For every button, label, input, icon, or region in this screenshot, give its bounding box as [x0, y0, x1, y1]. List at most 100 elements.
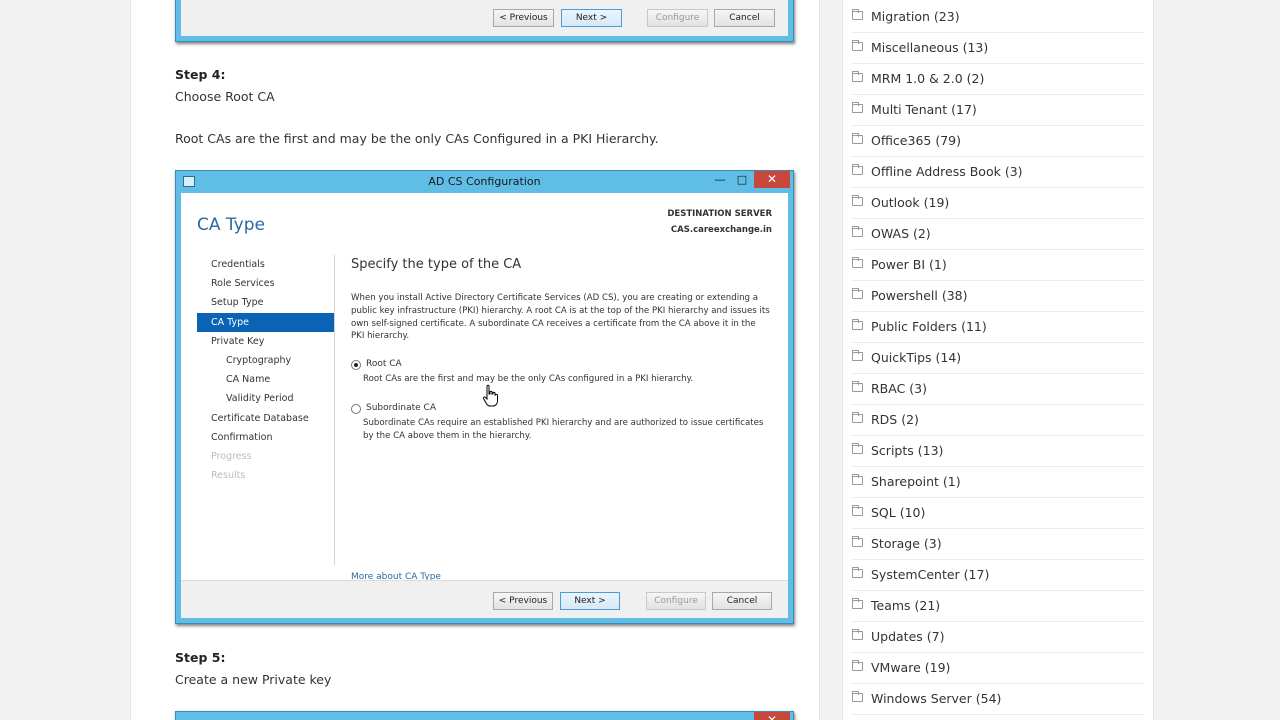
- category-item[interactable]: Windows Server (54): [852, 684, 1144, 715]
- next-button[interactable]: Next >: [560, 592, 620, 610]
- category-item[interactable]: Public Folders (11): [852, 312, 1144, 343]
- category-link[interactable]: Teams (21): [871, 598, 940, 613]
- category-item[interactable]: OWAS (2): [852, 219, 1144, 250]
- folder-icon: [852, 691, 863, 702]
- folder-icon: [852, 474, 863, 485]
- window-titlebar: AD CS Configuration — □ ✕: [176, 171, 793, 193]
- subordinate-ca-radio[interactable]: [351, 404, 361, 415]
- nav-item-confirmation[interactable]: Confirmation: [197, 428, 334, 447]
- category-link[interactable]: Windows Server (54): [871, 691, 1001, 706]
- configure-button[interactable]: Configure: [647, 9, 708, 27]
- category-link[interactable]: Sharepoint (1): [871, 474, 961, 489]
- category-list: Migration (23) Miscellaneous (13) MRM 1.0 …: [852, 2, 1144, 715]
- folder-icon: [852, 195, 863, 206]
- category-link[interactable]: Multi Tenant (17): [871, 102, 977, 117]
- category-item[interactable]: QuickTips (14): [852, 343, 1144, 374]
- previous-button[interactable]: < Previous: [493, 592, 553, 610]
- category-link[interactable]: Outlook (19): [871, 195, 949, 210]
- close-icon[interactable]: ✕: [754, 712, 790, 720]
- category-link[interactable]: OWAS (2): [871, 226, 931, 241]
- folder-icon: [852, 9, 863, 20]
- root-ca-radio[interactable]: [351, 360, 361, 371]
- subordinate-ca-option[interactable]: Subordinate CA: [351, 403, 771, 415]
- folder-icon: [852, 40, 863, 51]
- minimize-icon[interactable]: —: [709, 172, 731, 188]
- category-item[interactable]: Updates (7): [852, 622, 1144, 653]
- category-item[interactable]: Office365 (79): [852, 126, 1144, 157]
- category-item[interactable]: SQL (10): [852, 498, 1144, 529]
- category-item[interactable]: Scripts (13): [852, 436, 1144, 467]
- step4-explanation: Root CAs are the first and may be the on…: [175, 131, 659, 146]
- category-item[interactable]: Multi Tenant (17): [852, 95, 1144, 126]
- step5-instruction: Create a new Private key: [175, 672, 332, 687]
- category-item[interactable]: Migration (23): [852, 2, 1144, 33]
- category-link[interactable]: Power BI (1): [871, 257, 947, 272]
- category-item[interactable]: Teams (21): [852, 591, 1144, 622]
- content-intro: When you install Active Directory Certif…: [351, 293, 770, 342]
- category-item[interactable]: Sharepoint (1): [852, 467, 1144, 498]
- category-link[interactable]: Updates (7): [871, 629, 944, 644]
- category-link[interactable]: Migration (23): [871, 9, 960, 24]
- nav-item-results: Results: [211, 470, 246, 482]
- category-item[interactable]: SystemCenter (17): [852, 560, 1144, 591]
- category-link[interactable]: MRM 1.0 & 2.0 (2): [871, 71, 984, 86]
- nav-item-role-services[interactable]: Role Services: [197, 274, 334, 293]
- category-link[interactable]: VMware (19): [871, 660, 950, 675]
- hand-pointer-icon: [482, 384, 498, 407]
- category-item[interactable]: Powershell (38): [852, 281, 1144, 312]
- subordinate-ca-description: Subordinate CAs require an established P…: [363, 418, 764, 442]
- category-link[interactable]: RBAC (3): [871, 381, 927, 396]
- nav-item-setup-type[interactable]: Setup Type: [197, 293, 334, 312]
- nav-item-cryptography[interactable]: Cryptography: [197, 351, 334, 370]
- step5-label: Step 5:: [175, 650, 226, 665]
- nav-item-ca-type[interactable]: CA Type: [197, 312, 334, 332]
- nav-item-private-key[interactable]: Private Key: [197, 332, 334, 351]
- category-link[interactable]: Offline Address Book (3): [871, 164, 1023, 179]
- folder-icon: [852, 133, 863, 144]
- step4-instruction: Choose Root CA: [175, 89, 275, 104]
- folder-icon: [852, 443, 863, 454]
- nav-item-validity-period[interactable]: Validity Period: [197, 389, 334, 408]
- category-link[interactable]: Office365 (79): [871, 133, 961, 148]
- configure-button[interactable]: Configure: [646, 592, 706, 610]
- category-item[interactable]: Storage (3): [852, 529, 1144, 560]
- category-item[interactable]: RDS (2): [852, 405, 1144, 436]
- category-link[interactable]: Powershell (38): [871, 288, 968, 303]
- folder-icon: [852, 257, 863, 268]
- category-link[interactable]: Miscellaneous (13): [871, 40, 988, 55]
- prev-wizard-footer: < Previous Next > Configure Cancel: [181, 0, 788, 36]
- window-title: AD CS Configuration: [428, 175, 541, 188]
- folder-icon: [852, 102, 863, 113]
- folder-icon: [852, 598, 863, 609]
- category-link[interactable]: SystemCenter (17): [871, 567, 989, 582]
- category-item[interactable]: MRM 1.0 & 2.0 (2): [852, 64, 1144, 95]
- cancel-button[interactable]: Cancel: [712, 592, 772, 610]
- next-window-titlebar: ✕: [176, 712, 793, 720]
- nav-item-certificate-database[interactable]: Certificate Database: [197, 409, 334, 428]
- category-item[interactable]: Power BI (1): [852, 250, 1144, 281]
- category-item[interactable]: VMware (19): [852, 653, 1144, 684]
- prev-screenshot: < Previous Next > Configure Cancel: [175, 0, 794, 42]
- maximize-icon[interactable]: □: [731, 172, 753, 188]
- folder-icon: [852, 660, 863, 671]
- category-link[interactable]: QuickTips (14): [871, 350, 961, 365]
- category-link[interactable]: SQL (10): [871, 505, 925, 520]
- close-icon[interactable]: ✕: [754, 171, 790, 188]
- next-button[interactable]: Next >: [561, 9, 622, 27]
- previous-button[interactable]: < Previous: [493, 9, 554, 27]
- category-item[interactable]: Offline Address Book (3): [852, 157, 1144, 188]
- category-link[interactable]: Storage (3): [871, 536, 942, 551]
- category-item[interactable]: Miscellaneous (13): [852, 33, 1144, 64]
- nav-item-credentials[interactable]: Credentials: [197, 255, 334, 274]
- category-item[interactable]: RBAC (3): [852, 374, 1144, 405]
- cancel-button[interactable]: Cancel: [714, 9, 775, 27]
- category-link[interactable]: Scripts (13): [871, 443, 943, 458]
- category-link[interactable]: Public Folders (11): [871, 319, 987, 334]
- folder-icon: [852, 629, 863, 640]
- folder-icon: [852, 412, 863, 423]
- root-ca-option[interactable]: Root CA: [351, 359, 771, 371]
- folder-icon: [852, 71, 863, 82]
- category-item[interactable]: Outlook (19): [852, 188, 1144, 219]
- nav-item-ca-name[interactable]: CA Name: [197, 370, 334, 389]
- category-link[interactable]: RDS (2): [871, 412, 919, 427]
